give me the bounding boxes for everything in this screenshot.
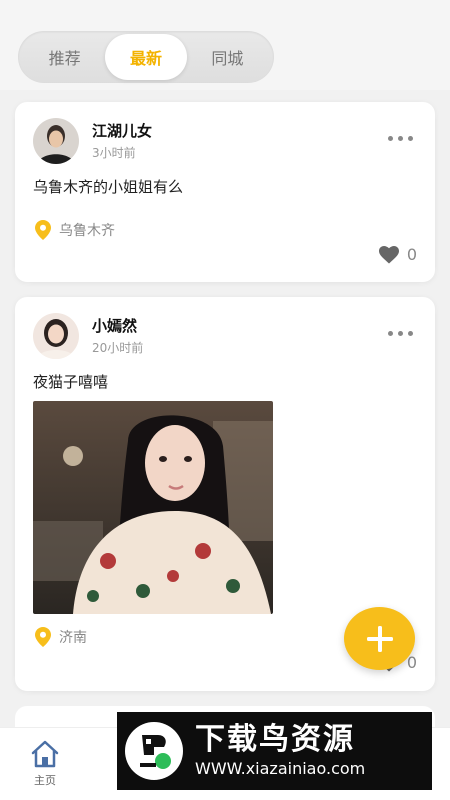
location-label: 济南: [59, 630, 87, 646]
watermark-url: WWW.xiazainiao.com: [195, 759, 366, 778]
username[interactable]: 小嫣然: [92, 315, 137, 336]
header: 推荐 最新 同城: [0, 0, 450, 90]
plus-icon: [366, 625, 393, 652]
tab-recommended[interactable]: 推荐: [24, 34, 105, 80]
watermark-title: 下载鸟资源: [195, 722, 355, 757]
heart-icon: [378, 245, 399, 263]
more-icon[interactable]: [388, 331, 413, 336]
more-icon[interactable]: [388, 136, 413, 141]
location-pin-icon: [35, 627, 51, 647]
add-post-button[interactable]: [344, 607, 415, 670]
like-button[interactable]: 0: [378, 245, 417, 264]
tab-latest[interactable]: 最新: [105, 34, 187, 80]
like-count: 0: [406, 245, 417, 264]
feed-tabs: 推荐 最新 同城: [18, 31, 274, 83]
home-icon: [31, 740, 59, 768]
avatar[interactable]: [33, 118, 79, 164]
post-card[interactable]: 江湖儿女 3小时前 乌鲁木齐的小姐姐有么 乌鲁木齐 0: [15, 102, 435, 282]
nav-item-home[interactable]: 主页: [22, 740, 68, 788]
nav-item-label: 主页: [34, 774, 56, 787]
post-location[interactable]: 乌鲁木齐: [35, 220, 115, 240]
avatar[interactable]: [33, 313, 79, 359]
post-text: 夜猫子嘻嘻: [33, 373, 109, 391]
bird-logo-icon: [125, 722, 183, 780]
tab-local[interactable]: 同城: [187, 34, 268, 80]
location-label: 乌鲁木齐: [59, 223, 115, 239]
username[interactable]: 江湖儿女: [92, 120, 152, 141]
post-location[interactable]: 济南: [35, 627, 87, 647]
post-time: 20小时前: [92, 341, 144, 355]
post-photo[interactable]: [33, 401, 273, 614]
post-time: 3小时前: [92, 146, 136, 160]
post-text: 乌鲁木齐的小姐姐有么: [33, 178, 184, 196]
watermark-banner: 下载鸟资源 WWW.xiazainiao.com: [117, 712, 432, 790]
location-pin-icon: [35, 220, 51, 240]
